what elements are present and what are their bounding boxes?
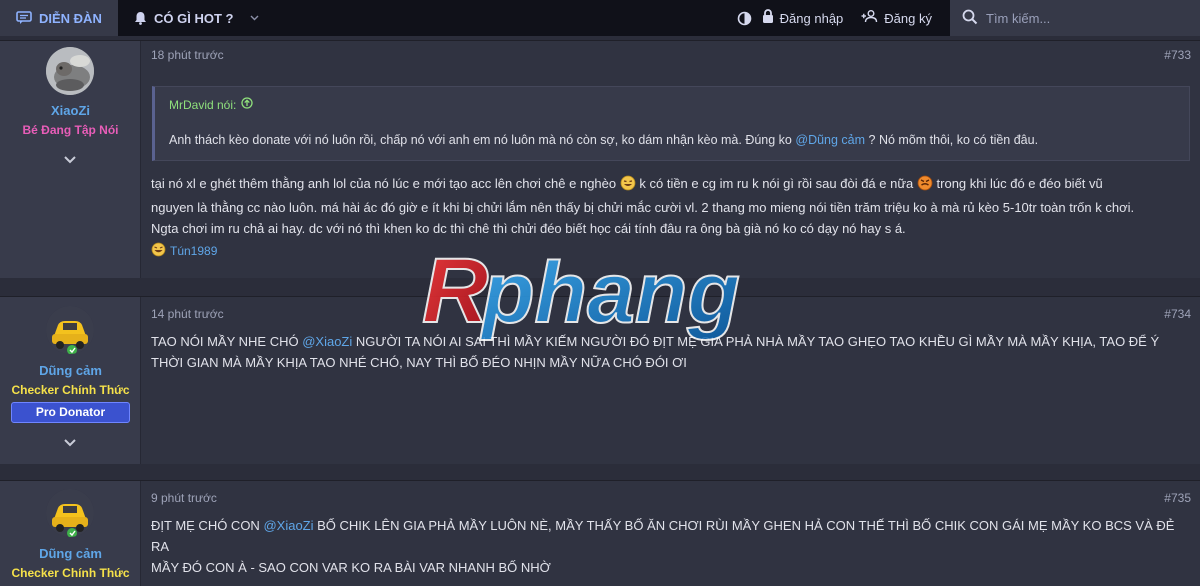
mention-link[interactable]: @XiaoZi — [302, 334, 352, 349]
chevron-down-icon[interactable] — [62, 436, 78, 448]
message-text: Ngta chơi im ru chả ai hay. dc với nó th… — [151, 221, 906, 236]
post-time[interactable]: 14 phút trước — [151, 307, 224, 321]
post-author-sidebar: XiaoZi Bé Đang Tập Nói — [0, 41, 141, 278]
quote-author-label: MrDavid nói: — [169, 97, 237, 112]
message-text: tại nó xl e ghét thêm thằng anh lol của … — [151, 176, 617, 191]
nav-forum-label: DIỄN ĐÀN — [39, 10, 102, 26]
arrow-up-circle-icon[interactable] — [241, 97, 254, 112]
post-message: tại nó xl e ghét thêm thằng anh lol của … — [151, 173, 1191, 239]
message-text: NGƯỜI TA NÓI AI SAI THÌ MẦY KIẾM NGƯỜI Đ… — [355, 334, 1160, 349]
search-icon — [962, 9, 978, 28]
laugh-reaction-icon — [151, 242, 166, 260]
lock-icon — [762, 9, 774, 27]
register-label: Đăng ký — [884, 10, 932, 26]
quote-text: Anh thách kèo donate với nó luôn rồi, ch… — [169, 133, 1038, 147]
author-title: Bé Đang Tập Nói — [22, 123, 119, 137]
post-message: ĐỊT MẸ CHÓ CON @XiaoZi BỐ CHIK LÊN GIA P… — [151, 515, 1190, 578]
post-author-sidebar: Dũng cảm Checker Chính Thức — [0, 481, 141, 586]
angry-emoji-icon — [917, 175, 933, 197]
quote-text-part: Anh thách kèo donate với nó luôn rồi, ch… — [169, 133, 792, 147]
post-time[interactable]: 9 phút trước — [151, 491, 217, 505]
post-number[interactable]: #735 — [1164, 491, 1191, 505]
message-text: TAO NÓI MẦY NHE CHÓ — [151, 334, 299, 349]
author-name[interactable]: Dũng cảm — [0, 363, 141, 378]
post-734: Dũng cảm Checker Chính Thức Pro Donator … — [0, 296, 1200, 464]
message-text: THỜI GIAN MÀ MẦY KHỊA TAO NHÉ CHÓ, NAY T… — [151, 355, 687, 370]
message-text: MẦY ĐÓ CON À - SAO CON VAR KO RA BÀI VAR… — [151, 560, 551, 575]
nav-tab-hot[interactable]: CÓ GÌ HOT ? — [118, 0, 275, 36]
author-name[interactable]: Dũng cảm — [0, 546, 141, 561]
avatar[interactable] — [46, 306, 94, 354]
message-text: k có tiền e cg im ru k nói gì rồi sau đò… — [639, 176, 914, 191]
theme-toggle-icon[interactable] — [737, 11, 752, 26]
chevron-down-icon[interactable] — [62, 153, 78, 165]
login-link[interactable]: Đăng nhập — [762, 9, 844, 27]
quote-author[interactable]: MrDavid nói: — [169, 97, 254, 112]
login-label: Đăng nhập — [779, 10, 844, 26]
author-name[interactable]: XiaoZi — [0, 103, 141, 118]
mention-link[interactable]: @Dũng cảm — [795, 133, 865, 147]
post-number[interactable]: #733 — [1164, 48, 1191, 62]
post-time[interactable]: 18 phút trước — [151, 48, 224, 62]
post-author-sidebar: Dũng cảm Checker Chính Thức Pro Donator — [0, 297, 141, 464]
quote-text-part: ? Nó mõm thôi, ko có tiền đâu. — [868, 133, 1039, 147]
pro-donator-badge: Pro Donator — [11, 402, 130, 423]
post-735: Dũng cảm Checker Chính Thức 9 phút trước… — [0, 480, 1200, 586]
nav-hot-label: CÓ GÌ HOT ? — [154, 10, 234, 26]
mention-link[interactable]: @XiaoZi — [263, 518, 313, 533]
reaction-user[interactable]: Tún1989 — [170, 244, 217, 258]
post-number[interactable]: #734 — [1164, 307, 1191, 321]
nav-tab-forum[interactable]: DIỄN ĐÀN — [0, 0, 118, 36]
laughing-emoji-icon — [620, 175, 636, 197]
post-message: TAO NÓI MẦY NHE CHÓ @XiaoZi NGƯỜI TA NÓI… — [151, 331, 1190, 373]
forum-icon — [16, 11, 32, 25]
user-plus-icon — [861, 10, 878, 26]
author-title: Checker Chính Thức — [11, 566, 130, 580]
message-text: nguyen là thằng cc nào luôn. má hài ác đ… — [151, 200, 1135, 215]
avatar[interactable] — [46, 47, 94, 95]
message-text: trong khi lúc đó e đéo biết vũ — [936, 176, 1103, 191]
bell-icon — [134, 11, 147, 25]
quote-block: MrDavid nói: Anh thách kèo donate với nó… — [152, 86, 1190, 161]
register-link[interactable]: Đăng ký — [861, 10, 932, 26]
avatar[interactable] — [46, 489, 94, 537]
search-input[interactable]: Tìm kiếm... — [950, 0, 1200, 36]
author-title: Checker Chính Thức — [11, 383, 130, 397]
top-navigation: DIỄN ĐÀN CÓ GÌ HOT ? Đăng nhập Đăng ký T… — [0, 0, 1200, 36]
message-text: ĐỊT MẸ CHÓ CON — [151, 518, 260, 533]
reaction-bar[interactable]: Tún1989 — [151, 242, 217, 260]
chevron-down-icon[interactable] — [250, 15, 259, 21]
search-placeholder: Tìm kiếm... — [986, 10, 1051, 26]
